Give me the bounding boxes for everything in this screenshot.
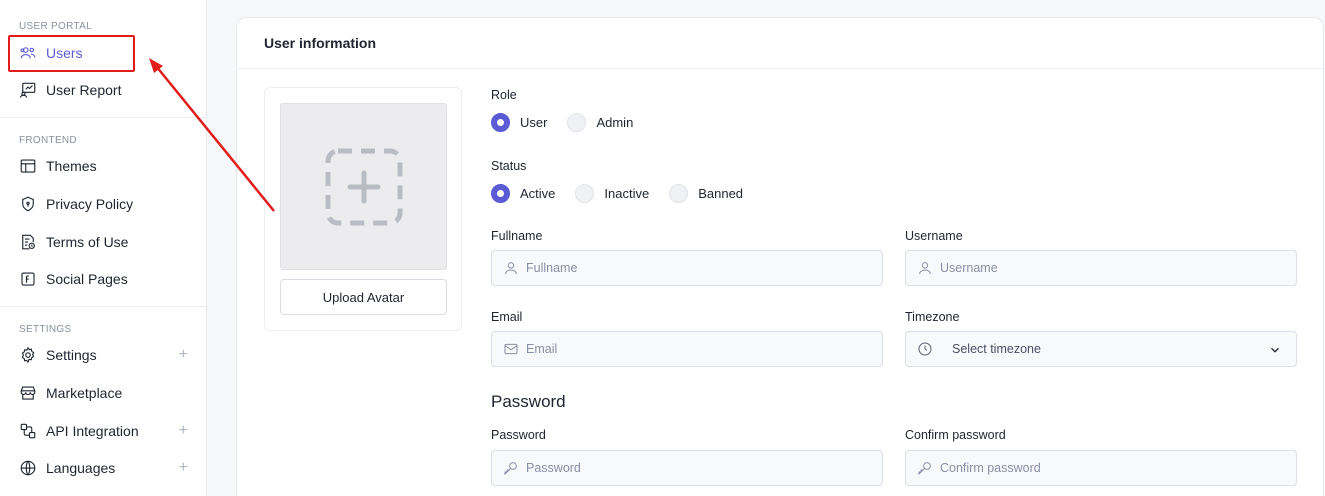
username-label: Username — [905, 229, 963, 243]
fullname-input[interactable]: Fullname — [491, 250, 883, 286]
role-radio-group: User Admin — [491, 113, 653, 132]
username-placeholder: Username — [940, 261, 998, 275]
role-user-radio[interactable]: User — [491, 113, 547, 132]
status-banned-radio[interactable]: Banned — [669, 184, 743, 203]
radio-dot — [491, 113, 510, 132]
sidebar-item-themes[interactable]: Themes — [0, 150, 206, 182]
sidebar-item-label: Themes — [46, 158, 97, 174]
timezone-select[interactable]: Select timezone — [905, 331, 1297, 367]
key-icon — [502, 459, 520, 477]
sidebar-item-privacy-policy[interactable]: Privacy Policy — [0, 188, 206, 220]
globe-icon — [18, 458, 38, 478]
avatar-panel: Upload Avatar — [264, 87, 462, 331]
section-label-user-portal: USER PORTAL — [19, 21, 92, 32]
sidebar-item-label: Marketplace — [46, 385, 123, 401]
radio-label: Inactive — [604, 186, 650, 201]
divider — [0, 117, 206, 118]
users-icon — [18, 43, 38, 63]
upload-avatar-button[interactable]: Upload Avatar — [280, 279, 447, 315]
sidebar-item-api-integration[interactable]: API Integration + — [0, 415, 206, 447]
user-report-icon — [18, 80, 38, 100]
section-label-settings: SETTINGS — [19, 324, 72, 335]
expand-icon[interactable]: + — [179, 346, 188, 364]
sidebar-item-label: Social Pages — [46, 271, 128, 287]
password-input[interactable]: Password — [491, 450, 883, 486]
password-label: Password — [491, 428, 546, 442]
status-active-radio[interactable]: Active — [491, 184, 555, 203]
social-icon — [18, 269, 38, 289]
sidebar-item-social-pages[interactable]: Social Pages — [0, 263, 206, 295]
email-input[interactable]: Email — [491, 331, 883, 367]
user-information-card: User information Upload Avatar Role User… — [236, 17, 1324, 496]
email-label: Email — [491, 310, 523, 324]
expand-icon[interactable]: + — [179, 459, 188, 477]
sidebar-item-users[interactable]: Users — [0, 37, 206, 69]
sidebar-item-label: Settings — [46, 347, 97, 363]
avatar-placeholder[interactable] — [280, 103, 447, 270]
sidebar-item-label: Privacy Policy — [46, 196, 134, 212]
themes-icon — [18, 156, 38, 176]
section-label-frontend: FRONTEND — [19, 135, 77, 146]
user-icon — [916, 259, 934, 277]
timezone-label: Timezone — [905, 310, 960, 324]
chevron-down-icon — [1271, 347, 1279, 353]
status-radio-group: Active Inactive Banned — [491, 184, 763, 203]
sidebar-item-label: Terms of Use — [46, 234, 129, 250]
clock-icon — [916, 340, 934, 358]
divider — [0, 306, 206, 307]
user-icon — [502, 259, 520, 277]
sidebar-item-label: API Integration — [46, 423, 139, 439]
sidebar-item-terms-of-use[interactable]: Terms of Use — [0, 226, 206, 258]
sidebar-item-settings[interactable]: Settings + — [0, 339, 206, 371]
radio-label: Banned — [698, 186, 744, 201]
password-section-title: Password — [491, 392, 566, 411]
radio-dot — [575, 184, 595, 203]
radio-dot — [491, 184, 510, 203]
shield-icon — [18, 194, 38, 214]
document-clock-icon — [18, 232, 38, 252]
email-placeholder: Email — [526, 342, 558, 356]
key-icon — [916, 459, 934, 477]
fullname-label: Fullname — [491, 229, 543, 243]
confirm-password-placeholder: Confirm password — [940, 461, 1041, 475]
confirm-password-label: Confirm password — [905, 428, 1006, 442]
sidebar-item-languages[interactable]: Languages + — [0, 452, 206, 484]
sidebar-item-label: Languages — [46, 460, 116, 476]
password-placeholder: Password — [526, 461, 581, 475]
username-input[interactable]: Username — [905, 250, 1297, 286]
add-image-icon — [325, 148, 402, 225]
fullname-placeholder: Fullname — [526, 261, 578, 275]
sidebar: USER PORTAL Users User Report FRONTEND T… — [0, 0, 207, 496]
radio-dot — [669, 184, 689, 203]
role-admin-radio[interactable]: Admin — [567, 113, 633, 132]
sidebar-item-marketplace[interactable]: Marketplace — [0, 377, 206, 409]
api-icon — [18, 421, 38, 441]
status-inactive-radio[interactable]: Inactive — [575, 184, 649, 203]
radio-label: Admin — [596, 115, 634, 130]
role-label: Role — [491, 88, 517, 102]
expand-icon[interactable]: + — [179, 422, 188, 440]
sidebar-item-label: User Report — [46, 82, 122, 98]
timezone-value: Select timezone — [952, 342, 1041, 356]
radio-dot — [567, 113, 587, 132]
gear-icon — [18, 345, 38, 365]
card-title: User information — [237, 18, 1323, 69]
status-label: Status — [491, 159, 527, 173]
mail-icon — [502, 340, 520, 358]
sidebar-item-user-report[interactable]: User Report — [0, 74, 206, 106]
store-icon — [18, 383, 38, 403]
radio-label: Active — [520, 186, 556, 201]
radio-label: User — [520, 115, 548, 130]
sidebar-item-label: Users — [46, 45, 83, 61]
confirm-password-input[interactable]: Confirm password — [905, 450, 1297, 486]
